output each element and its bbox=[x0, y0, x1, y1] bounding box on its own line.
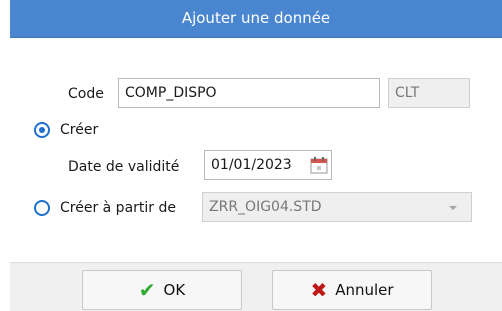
dialog-title: Ajouter une donnée bbox=[181, 9, 331, 27]
code-input[interactable]: COMP_DISPO bbox=[118, 78, 380, 108]
x-icon: ✖ bbox=[310, 278, 328, 302]
date-validite-value: 01/01/2023 bbox=[211, 157, 292, 173]
calendar-icon[interactable] bbox=[310, 156, 328, 174]
code-label: Code bbox=[68, 86, 104, 102]
cancel-button[interactable]: ✖ Annuler bbox=[272, 270, 432, 310]
creer-partir-radio[interactable] bbox=[34, 200, 50, 216]
creer-partir-label[interactable]: Créer à partir de bbox=[60, 200, 176, 216]
check-icon: ✔ bbox=[138, 278, 156, 302]
dialog-titlebar[interactable]: Ajouter une donnée bbox=[10, 0, 502, 38]
ok-button-label: OK bbox=[163, 281, 186, 299]
date-validite-label: Date de validité bbox=[68, 159, 180, 175]
code-suffix-field: CLT bbox=[388, 78, 470, 108]
window-left-edge bbox=[0, 0, 10, 310]
ok-button[interactable]: ✔ OK bbox=[82, 270, 242, 310]
chevron-down-icon bbox=[449, 206, 457, 210]
cancel-button-label: Annuler bbox=[335, 281, 394, 299]
source-select-value: ZRR_OIG04.STD bbox=[209, 199, 322, 215]
creer-radio[interactable] bbox=[34, 122, 50, 138]
source-select[interactable]: ZRR_OIG04.STD bbox=[202, 192, 472, 222]
dialog-footer: ✔ OK ✖ Annuler bbox=[10, 262, 502, 311]
creer-label[interactable]: Créer bbox=[60, 122, 98, 138]
dialog-content: Code COMP_DISPO CLT Créer Date de validi… bbox=[10, 38, 502, 262]
